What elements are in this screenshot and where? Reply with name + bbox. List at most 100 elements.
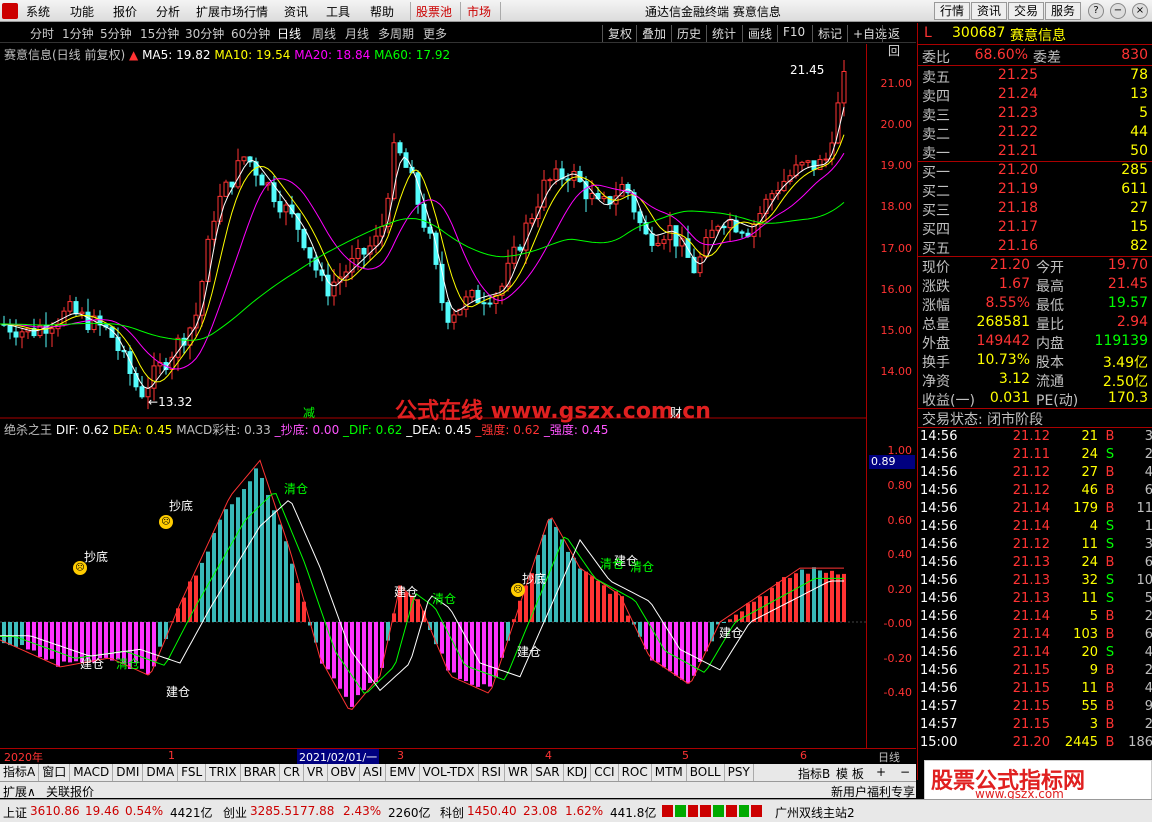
tick-row: 14:57 21.15 55 B 9 — [918, 699, 1152, 718]
tool-back[interactable]: 返回 — [882, 25, 916, 58]
low-price-label: ←13.32 — [148, 395, 193, 409]
indicator-tab-20[interactable]: MTM — [652, 764, 687, 781]
indicator-tab-19[interactable]: ROC — [619, 764, 652, 781]
remove-tab-button[interactable]: − — [900, 765, 910, 779]
candle-body — [769, 193, 775, 200]
period-30min[interactable]: 30分钟 — [185, 25, 224, 42]
indicator-tab-7[interactable]: BRAR — [241, 764, 281, 781]
bid-volume: 15 — [1130, 219, 1148, 235]
indicator-tab-16[interactable]: SAR — [532, 764, 564, 781]
axis-tick: 0.20 — [887, 583, 913, 596]
menu-help[interactable]: 帮助 — [370, 3, 394, 20]
indicator-tab-8[interactable]: CR — [280, 764, 304, 781]
period-1min[interactable]: 1分钟 — [62, 25, 94, 42]
tool-stats[interactable]: 统计 — [706, 25, 741, 42]
ask-label: 卖四 — [922, 89, 950, 105]
promo-link[interactable]: 新用户福利专享 — [831, 783, 915, 800]
extend-toggle[interactable]: 扩展∧ — [3, 783, 36, 800]
indicator-tab-13[interactable]: VOL-TDX — [420, 764, 479, 781]
indicator-tab-11[interactable]: ASI — [360, 764, 387, 781]
menu-function[interactable]: 功能 — [70, 3, 94, 20]
indicator-b-tab[interactable]: 指标B — [798, 765, 830, 782]
tick-row: 14:57 21.15 3 B 2 — [918, 717, 1152, 736]
macd-bar — [644, 622, 648, 650]
chaodi-label-1: 抄底 — [84, 550, 109, 564]
tick-side: S — [1105, 573, 1115, 588]
period-weekly[interactable]: 周线 — [312, 25, 336, 42]
menu-quote[interactable]: 报价 — [113, 3, 137, 20]
menu-info[interactable]: 资讯 — [284, 3, 308, 20]
candle-body — [529, 217, 535, 224]
service-button[interactable]: 服务 — [1045, 2, 1081, 20]
indicator-tab-3[interactable]: DMI — [113, 764, 144, 781]
indicator-tab-4[interactable]: DMA — [143, 764, 179, 781]
tool-f10[interactable]: F10 — [777, 25, 810, 42]
period-60min[interactable]: 60分钟 — [231, 25, 270, 42]
candle-body — [259, 174, 265, 186]
jiancang-label-2: 建仓 — [166, 685, 191, 699]
ask-volume: 44 — [1130, 124, 1148, 140]
indicator-tab-15[interactable]: WR — [505, 764, 533, 781]
period-5min[interactable]: 5分钟 — [100, 25, 132, 42]
period-multi[interactable]: 多周期 — [378, 25, 414, 42]
jian-marker: 减 — [303, 406, 316, 420]
tick-side: B — [1105, 681, 1115, 696]
indicator-tab-14[interactable]: RSI — [479, 764, 506, 781]
minimize-icon[interactable]: − — [1110, 3, 1126, 19]
menu-ext-market[interactable]: 扩展市场行情 — [196, 3, 268, 20]
ask-price: 21.25 — [997, 67, 1038, 83]
macd-bar — [470, 622, 474, 685]
period-monthly[interactable]: 月线 — [345, 25, 369, 42]
quote-button[interactable]: 行情 — [934, 2, 970, 20]
indicator-tab-1[interactable]: 窗口 — [39, 764, 71, 781]
stat-value: 0.031 — [989, 390, 1030, 406]
macd-bar — [626, 615, 630, 622]
tool-overlay[interactable]: 叠加 — [636, 25, 671, 42]
trade-button[interactable]: 交易 — [1008, 2, 1044, 20]
macd-bar — [182, 597, 186, 622]
candle-body — [175, 337, 181, 358]
macd-bar — [20, 622, 24, 646]
close-icon[interactable]: × — [1132, 3, 1148, 19]
bid-label: 买四 — [922, 222, 950, 238]
period-more[interactable]: 更多 — [423, 25, 447, 42]
indicator-tab-0[interactable]: 指标A — [0, 764, 40, 781]
stat-row: 换手 10.73% 股本 3.49亿 — [918, 352, 1152, 371]
tool-restore-rights[interactable]: 复权 — [602, 25, 637, 42]
indicator-tab-22[interactable]: PSY — [725, 764, 754, 781]
indicator-tab-18[interactable]: CCI — [591, 764, 619, 781]
menu-market[interactable]: 市场 — [467, 3, 491, 20]
menu-stockpool[interactable]: 股票池 — [416, 3, 452, 20]
tool-history[interactable]: 历史 — [671, 25, 706, 42]
indicator-tab-6[interactable]: TRIX — [206, 764, 241, 781]
template-tab[interactable]: 模 板 — [836, 765, 864, 782]
info-button[interactable]: 资讯 — [971, 2, 1007, 20]
indicator-tab-21[interactable]: BOLL — [687, 764, 725, 781]
indicator-tab-12[interactable]: EMV — [386, 764, 420, 781]
tick-volume: 9 — [1089, 663, 1098, 678]
period-15min[interactable]: 15分钟 — [140, 25, 179, 42]
indicator-tab-10[interactable]: OBV — [328, 764, 361, 781]
indicator-tab-9[interactable]: VR — [304, 764, 328, 781]
menu-analysis[interactable]: 分析 — [156, 3, 180, 20]
stat-label: 股本 — [1036, 355, 1064, 371]
period-fenshi[interactable]: 分时 — [30, 25, 54, 42]
indicator-tab-17[interactable]: KDJ — [564, 764, 592, 781]
tick-count: 11 — [1136, 501, 1152, 516]
menu-tools[interactable]: 工具 — [326, 3, 350, 20]
tick-side: B — [1105, 501, 1115, 516]
indicator-tab-2[interactable]: MACD — [70, 764, 114, 781]
tool-mark[interactable]: 标记 — [812, 25, 847, 42]
macd-bar — [728, 619, 732, 622]
add-tab-button[interactable]: + — [876, 765, 886, 779]
jiancang-label-3: 建仓 — [394, 585, 419, 599]
indicator-tab-5[interactable]: FSL — [178, 764, 207, 781]
period-daily[interactable]: 日线 — [277, 25, 301, 42]
tool-draw[interactable]: 画线 — [742, 25, 777, 42]
stat-label: 内盘 — [1036, 336, 1064, 352]
menu-system[interactable]: 系统 — [26, 3, 50, 20]
help-icon[interactable]: ? — [1088, 3, 1104, 19]
tick-row: 14:56 21.15 9 B 2 — [918, 663, 1152, 682]
related-quote-tab[interactable]: 关联报价 — [46, 783, 94, 800]
candle-body — [691, 256, 697, 274]
